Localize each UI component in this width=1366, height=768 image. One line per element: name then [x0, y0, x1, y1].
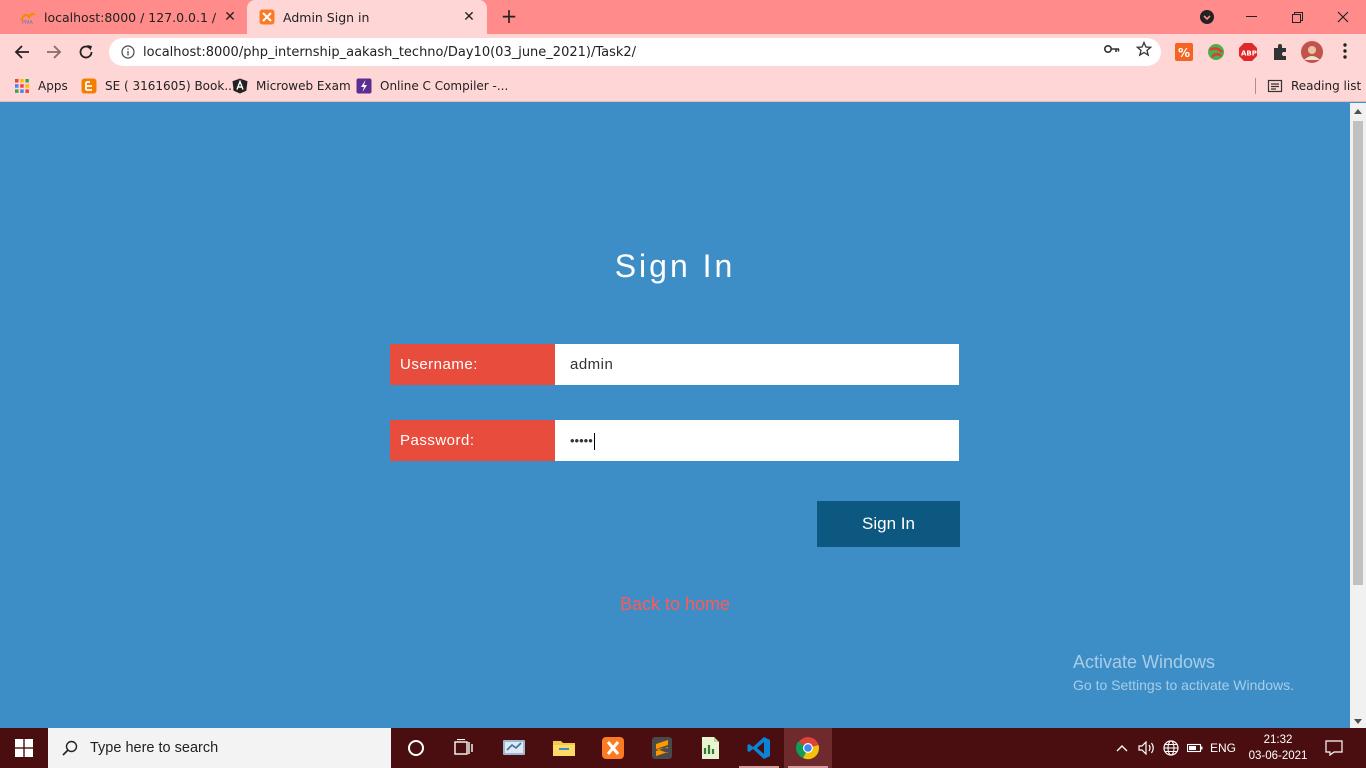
watermark-subtitle: Go to Settings to activate Windows.	[1073, 677, 1294, 693]
bookmark-label: Online C Compiler -...	[380, 79, 509, 93]
browser-menu-icon[interactable]	[1336, 42, 1354, 60]
password-input[interactable]: •••••	[555, 420, 959, 461]
start-button[interactable]	[0, 728, 48, 768]
apps-grid-icon	[15, 79, 29, 93]
username-value: admin	[570, 356, 614, 373]
show-hidden-icons-chevron-icon[interactable]	[1112, 728, 1132, 768]
address-bar[interactable]: localhost:8000/php_internship_aakash_tec…	[109, 38, 1161, 66]
reload-icon[interactable]	[72, 38, 100, 66]
reading-list-icon	[1267, 79, 1283, 93]
tab-search-icon[interactable]	[1195, 0, 1219, 34]
svg-text:PMA: PMA	[22, 20, 33, 25]
bookmark-star-icon[interactable]	[1135, 40, 1153, 58]
phpmyadmin-icon: PMA	[20, 12, 36, 25]
tab-admin-signin[interactable]: Admin Sign in ✕	[247, 0, 487, 34]
adblock-icon[interactable]: ABP	[1238, 42, 1258, 62]
minimize-icon[interactable]	[1232, 0, 1270, 34]
username-label: Username:	[390, 344, 565, 385]
reading-list-label: Reading list	[1291, 79, 1362, 93]
page-title: Sign In	[614, 248, 736, 284]
sign-in-button[interactable]: Sign In	[817, 501, 960, 547]
close-window-icon[interactable]	[1324, 0, 1362, 34]
xampp-icon	[259, 9, 275, 25]
username-input[interactable]: admin	[555, 344, 959, 385]
clock-date: 03-06-2021	[1248, 750, 1308, 762]
cortana-icon[interactable]	[392, 728, 440, 768]
tab-title: Admin Sign in	[283, 9, 370, 25]
angular-icon	[232, 78, 248, 94]
page-content: Sign In Username: admin Password: ••••• …	[0, 103, 1350, 728]
tab-strip: PMA localhost:8000 / 127.0.0.1 / php_i ✕…	[0, 0, 1366, 34]
scroll-down-arrow-icon[interactable]	[1354, 719, 1362, 724]
profile-avatar[interactable]	[1301, 41, 1323, 63]
control-panel-icon[interactable]	[490, 728, 538, 768]
clock-time: 21:32	[1263, 734, 1293, 746]
bookmark-microweb-exam[interactable]: Microweb Exam	[232, 76, 351, 96]
password-label: Password:	[390, 420, 565, 461]
back-to-home-link[interactable]: Back to home	[0, 594, 1350, 615]
volume-icon[interactable]	[1136, 728, 1158, 768]
url-text: localhost:8000/php_internship_aakash_tec…	[143, 44, 637, 60]
reading-list-button[interactable]: Reading list	[1267, 76, 1361, 96]
network-globe-icon[interactable]	[1160, 728, 1182, 768]
windows-logo-icon	[15, 739, 33, 757]
bookmark-online-c-compiler[interactable]: Online C Compiler -...	[356, 76, 508, 96]
file-explorer-icon[interactable]	[540, 728, 588, 768]
taskbar-search-box[interactable]: Type here to search	[48, 728, 391, 768]
bookmark-label: SE ( 3161605) Book...	[105, 79, 236, 93]
back-arrow-icon[interactable]	[8, 38, 36, 66]
bookmark-apps[interactable]: Apps	[14, 76, 68, 96]
input-language-indicator[interactable]: ENG	[1208, 728, 1238, 768]
vscode-icon[interactable]	[735, 728, 783, 768]
tab-title: localhost:8000 / 127.0.0.1 / php_i	[44, 9, 218, 25]
search-icon	[62, 740, 78, 756]
battery-icon[interactable]	[1184, 728, 1206, 768]
bookmarks-bar: Apps SE ( 3161605) Book... Microweb Exam…	[0, 70, 1366, 102]
bookmark-se-book[interactable]: SE ( 3161605) Book...	[81, 76, 236, 96]
scrollbar-thumb[interactable]	[1353, 121, 1363, 585]
tab-close-icon[interactable]: ✕	[457, 9, 481, 25]
bookmarks-separator	[1255, 78, 1256, 94]
taskbar-clock[interactable]: 21:32 03-06-2021	[1248, 732, 1308, 764]
new-tab-button[interactable]: +	[498, 6, 520, 28]
extension-globe-icon[interactable]	[1206, 42, 1226, 62]
svg-text:%: %	[1178, 46, 1190, 60]
chrome-icon[interactable]	[784, 728, 832, 768]
compiler-icon	[356, 78, 372, 94]
svg-text:ABP: ABP	[1241, 50, 1257, 58]
bookmark-label: Microweb Exam	[256, 79, 351, 93]
restore-icon[interactable]	[1278, 0, 1316, 34]
username-row: Username: admin	[390, 344, 959, 385]
tab-phpmyadmin[interactable]: PMA localhost:8000 / 127.0.0.1 / php_i ✕	[8, 0, 248, 34]
extension-orange-icon[interactable]: %	[1174, 42, 1194, 62]
windows-taskbar: Type here to search ENG 21:32 03-06-2021	[0, 728, 1366, 768]
text-caret	[593, 432, 595, 450]
spreadsheet-app-icon[interactable]	[686, 728, 734, 768]
activate-windows-watermark: Activate Windows Go to Settings to activ…	[1073, 652, 1294, 693]
back-to-home-text[interactable]: Back to home	[620, 594, 730, 614]
password-row: Password: •••••	[390, 420, 959, 461]
search-placeholder: Type here to search	[90, 740, 219, 756]
task-view-icon[interactable]	[440, 728, 488, 768]
blogger-icon	[81, 78, 97, 94]
browser-toolbar: localhost:8000/php_internship_aakash_tec…	[0, 34, 1366, 70]
site-info-icon[interactable]	[121, 45, 135, 59]
scroll-up-arrow-icon[interactable]	[1354, 109, 1362, 114]
bookmark-label: Apps	[38, 79, 68, 93]
xampp-taskbar-icon[interactable]	[589, 728, 637, 768]
page-scrollbar[interactable]	[1350, 103, 1366, 728]
password-value: •••••	[570, 433, 593, 448]
watermark-title: Activate Windows	[1073, 652, 1216, 672]
forward-arrow-icon[interactable]	[40, 38, 68, 66]
key-icon[interactable]	[1103, 40, 1121, 58]
extensions-puzzle-icon[interactable]	[1270, 42, 1290, 62]
tab-close-icon[interactable]: ✕	[218, 9, 242, 25]
notifications-icon[interactable]	[1318, 728, 1350, 768]
sublime-text-icon[interactable]	[638, 728, 686, 768]
